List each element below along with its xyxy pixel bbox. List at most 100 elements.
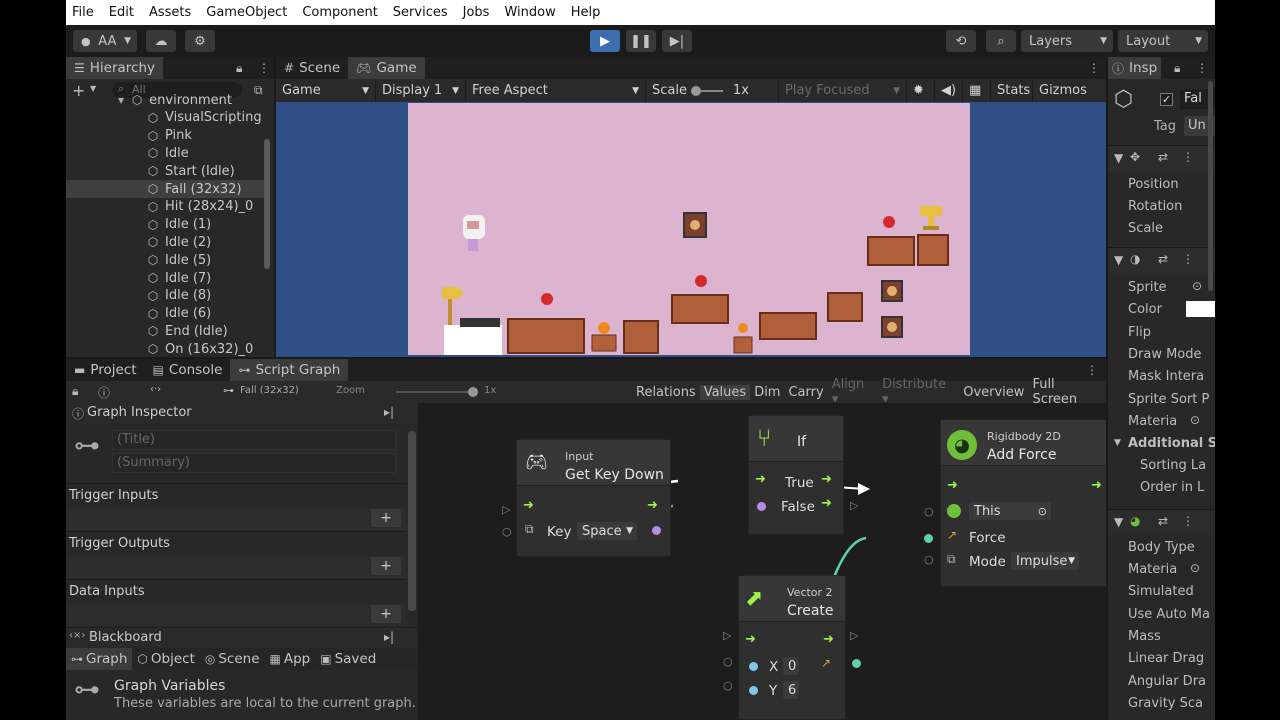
carry-toggle[interactable]: Carry (784, 385, 827, 400)
collapse-icon[interactable]: ▸| (384, 405, 394, 419)
bb-tab-scene[interactable]: ◎ Scene (200, 651, 265, 667)
flow-output-port[interactable]: ➜ (1091, 478, 1102, 493)
more-icon[interactable]: ⋮ (1196, 61, 1208, 75)
preset-icon[interactable]: ⇄ (1158, 514, 1168, 528)
object-picker-icon[interactable]: ⊙ (1192, 279, 1202, 293)
code-icon[interactable]: ‹·› (150, 384, 161, 395)
hierarchy-item[interactable]: ⬡ Idle (5) (66, 251, 264, 269)
menu-help[interactable]: Help (571, 5, 601, 20)
layout-dropdown[interactable]: Layout ▼ (1118, 30, 1208, 52)
transform-header[interactable]: ▼ ✥ ⇄ ⋮ (1108, 145, 1215, 171)
summary-field[interactable]: (Summary) (112, 453, 396, 473)
bb-tab-graph[interactable]: ⊶ Graph (66, 648, 133, 670)
layers-dropdown[interactable]: Layers ▼ (1021, 30, 1113, 52)
menu-file[interactable]: File (72, 5, 94, 20)
dim-toggle[interactable]: Dim (750, 385, 784, 400)
title-field[interactable]: (Title) (112, 430, 396, 450)
flow-input-port[interactable]: ➜ (523, 498, 534, 513)
more-icon[interactable]: ⋮ (258, 61, 270, 75)
tab-scene[interactable]: # Scene (276, 57, 348, 79)
scale-slider[interactable]: Scale 1x (646, 79, 779, 102)
force-input-port[interactable] (924, 534, 933, 543)
hierarchy-item[interactable]: ⬡ On (16x32)_0 (66, 340, 264, 357)
hierarchy-scrollbar[interactable] (264, 139, 270, 269)
play-focused-dropdown[interactable]: Play Focused ▼ (779, 79, 907, 102)
play-button[interactable]: ▶ (590, 30, 620, 52)
stats-button[interactable]: Stats (991, 79, 1033, 102)
hierarchy-item[interactable]: ⬡ Idle (66, 144, 264, 162)
display-dropdown[interactable]: Display 1 ▼ (376, 79, 466, 102)
object-picker-icon[interactable]: ⊙ (1038, 505, 1047, 518)
scale-thumb[interactable] (690, 85, 701, 96)
tab-inspector[interactable]: ⓘ Insp (1108, 57, 1162, 79)
hierarchy-item[interactable]: ⬡ Idle (2) (66, 233, 264, 251)
collab-button[interactable]: ⚙ (185, 30, 215, 52)
tab-game[interactable]: 🎮︎ Game (348, 57, 425, 79)
node-if[interactable]: ⑂ If ➜ True ➜ False ➜ (748, 415, 844, 535)
search-button[interactable]: ⌕ (986, 30, 1016, 52)
menu-gameobject[interactable]: GameObject (206, 5, 287, 20)
preset-icon[interactable]: ⇄ (1158, 252, 1168, 266)
foldout-icon[interactable]: ▼ (118, 96, 124, 105)
values-toggle[interactable]: Values (699, 384, 751, 400)
foldout-icon[interactable]: ▼ (1114, 438, 1121, 448)
color-swatch[interactable] (1186, 301, 1215, 317)
flow-input-port[interactable]: ➜ (755, 472, 766, 487)
more-icon[interactable]: ⋮ (1086, 363, 1098, 377)
true-output-port[interactable]: ➜ (821, 472, 832, 487)
object-picker-icon[interactable]: ⊙ (1190, 561, 1200, 575)
menu-window[interactable]: Window (504, 5, 555, 20)
sprite-renderer-header[interactable]: ▼ ◑ ⇄ ⋮ (1108, 247, 1215, 273)
condition-input-port[interactable] (757, 502, 766, 511)
hierarchy-item[interactable]: ⬡ End (Idle) (66, 322, 264, 340)
y-field[interactable]: 6 (783, 681, 799, 699)
add-trigger-input-button[interactable]: + (371, 509, 401, 527)
account-dropdown[interactable]: ● AA ▼ (73, 30, 137, 52)
menu-component[interactable]: Component (302, 5, 377, 20)
node-add-force[interactable]: ◕ Rigidbody 2D Add Force ➜ ➜ This ⊙ ↗ Fo… (940, 419, 1106, 587)
breadcrumb[interactable]: Fall (32x32) (240, 385, 299, 396)
hierarchy-item[interactable]: ⬡ Idle (8) (66, 287, 264, 305)
additional-settings-label[interactable]: Additional S (1128, 436, 1215, 451)
more-icon[interactable]: ⋮ (1088, 61, 1100, 75)
collapse-icon[interactable]: ▸| (384, 630, 394, 644)
aspect-dropdown[interactable]: Free Aspect ▼ (466, 79, 646, 102)
step-button[interactable]: ▶| (662, 30, 692, 52)
flow-input-port[interactable]: ➜ (745, 632, 756, 647)
more-icon[interactable]: ⋮ (1182, 514, 1194, 528)
mute-button[interactable]: ◀) (935, 79, 963, 102)
cloud-button[interactable]: ☁ (146, 30, 176, 52)
tab-project[interactable]: ▬ Project (66, 359, 145, 381)
preset-icon[interactable]: ⇄ (1158, 150, 1168, 164)
node-vector2-create[interactable]: ⬈ Vector 2 Create ➜ ➜ X 0 ↗ Y 6 (738, 575, 846, 720)
relations-toggle[interactable]: Relations (632, 385, 700, 400)
shortcuts-button[interactable]: ▦ (963, 79, 991, 102)
add-trigger-output-button[interactable]: + (371, 557, 401, 575)
flow-output-port[interactable]: ➜ (647, 498, 658, 513)
object-picker-icon[interactable]: ⊙ (1190, 413, 1200, 427)
hierarchy-item[interactable]: ⬡ Idle (7) (66, 269, 264, 287)
lock-icon[interactable]: 🔒︎ (236, 61, 242, 76)
hierarchy-item[interactable]: ⬡ Idle (6) (66, 305, 264, 323)
history-button[interactable]: ⟲ (946, 30, 976, 52)
more-icon[interactable]: ⋮ (1182, 150, 1194, 164)
graph-inspector-scrollbar[interactable] (408, 431, 416, 611)
gizmos-button[interactable]: Gizmos (1033, 79, 1093, 102)
game-viewport[interactable] (408, 103, 970, 355)
bug-button[interactable]: ✹ (907, 79, 935, 102)
hierarchy-item[interactable]: ⬡ Idle (1) (66, 216, 264, 234)
hierarchy-item[interactable]: ⬡ Pink (66, 127, 264, 145)
node-get-key-down[interactable]: 🎮︎ Input Get Key Down ➜ ➜ ⧉ Key Space ▼ (516, 439, 671, 557)
overview-button[interactable]: Overview (959, 385, 1028, 400)
add-data-input-button[interactable]: + (371, 605, 401, 623)
mode-dropdown[interactable]: Impulse ▼ (1011, 552, 1079, 570)
hierarchy-item[interactable]: ⬡ Fall (32x32) (66, 180, 264, 198)
x-field[interactable]: 0 (783, 657, 799, 675)
active-checkbox[interactable]: ✓ (1160, 93, 1173, 106)
menu-assets[interactable]: Assets (149, 5, 191, 20)
this-field[interactable]: This ⊙ (969, 502, 1051, 520)
tab-console[interactable]: ▤ Console (145, 359, 231, 381)
bool-output-port[interactable] (652, 526, 661, 535)
flow-input-port[interactable]: ➜ (947, 478, 958, 493)
bb-tab-object[interactable]: ⬡ Object (132, 651, 199, 667)
